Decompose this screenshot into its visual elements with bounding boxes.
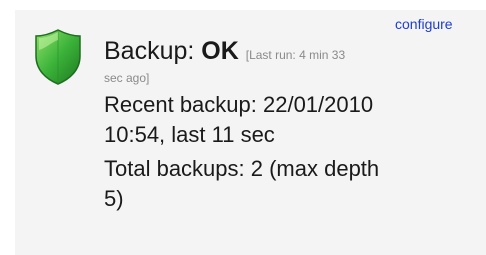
- last-run-text: [Last run: 4 min 33: [245, 48, 346, 62]
- configure-link[interactable]: configure: [395, 16, 453, 32]
- status-value: OK: [201, 37, 239, 65]
- backup-status-widget: configure Backup: OK [Last run: 4 min 33…: [15, 10, 486, 255]
- recent-backup-text: Recent backup: 22/01/2010 10:54, last 11…: [104, 90, 474, 150]
- recent-backup-line1: Recent backup: 22/01/2010: [104, 92, 374, 117]
- status-content: Backup: OK [Last run: 4 min 33 sec ago] …: [104, 36, 474, 214]
- total-backups-text: Total backups: 2 (max depth 5): [104, 154, 474, 214]
- status-heading: Backup: OK [Last run: 4 min 33: [104, 36, 474, 70]
- last-run-text-cont: sec ago]: [104, 71, 150, 85]
- total-backups-line1: Total backups: 2 (max depth: [104, 156, 380, 181]
- recent-backup-line2: 10:54, last 11 sec: [104, 122, 275, 147]
- green-shield-icon: [35, 29, 81, 85]
- status-label: Backup:: [104, 37, 202, 65]
- total-backups-line2: 5): [104, 186, 124, 211]
